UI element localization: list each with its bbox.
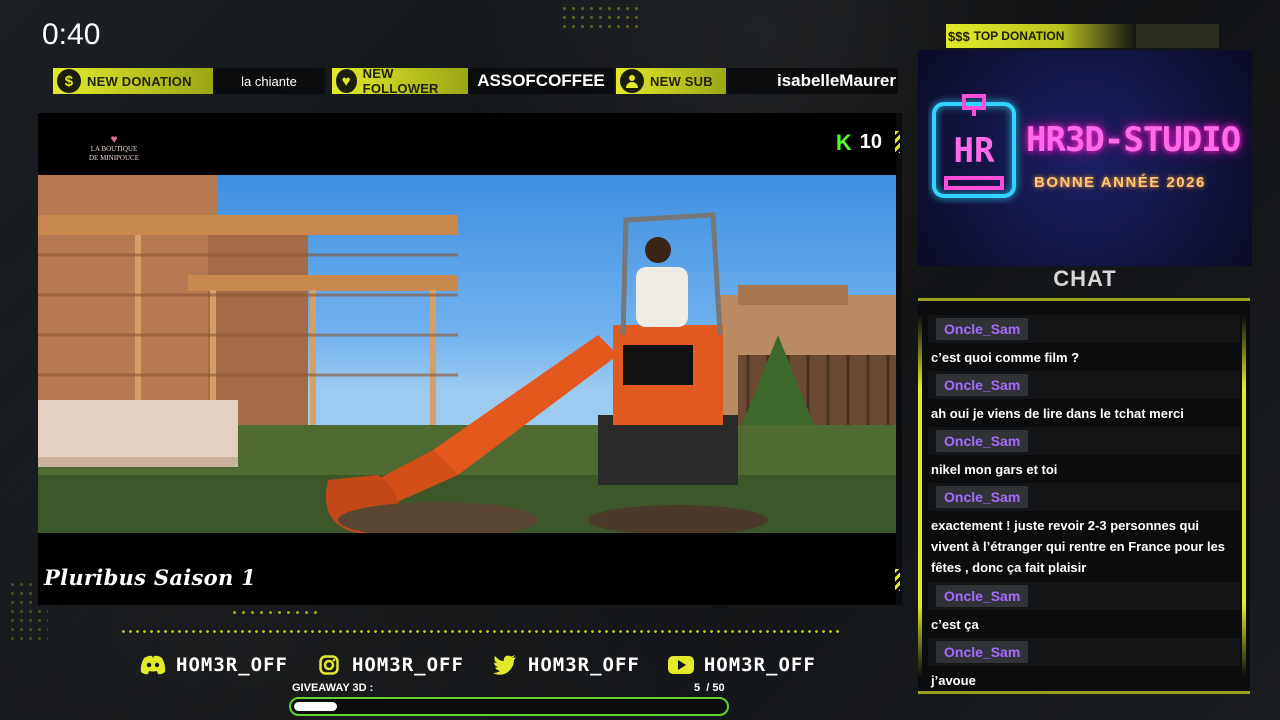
chat-text: c’est quoi comme film ? xyxy=(931,350,1080,365)
printer-logo-icon: HR xyxy=(932,94,1016,198)
decor-tick-top xyxy=(895,131,900,153)
social-links: HOM3R_OFF HOM3R_OFF HOM3R_OFF HOM3R_OFF xyxy=(140,652,816,678)
giveaway-count: 5 / 50 xyxy=(694,682,725,694)
chat-username[interactable]: Oncle_Sam xyxy=(936,374,1029,396)
decor-dots-top xyxy=(560,4,640,32)
sponsor-banner: HR HR3D-STUDIO BONNE ANNÉE 2026 xyxy=(918,50,1252,266)
chat-text: nikel mon gars et toi xyxy=(931,462,1058,477)
chat-message: Oncle_Sam exactement ! juste revoir 2-3 … xyxy=(928,483,1240,578)
channel-logo-text: LA BOUTIQUE DE MINIPOUCE xyxy=(89,145,139,162)
channel-logo: ♥ LA BOUTIQUE DE MINIPOUCE xyxy=(86,133,142,169)
twitter-icon xyxy=(492,654,518,676)
video-title: Pluribus Saison 1 xyxy=(44,565,257,590)
giveaway-progress-bar xyxy=(289,697,729,716)
youtube-icon xyxy=(667,654,694,676)
chat-message: Oncle_Sam nikel mon gars et toi xyxy=(928,427,1240,480)
kick-count: 10 xyxy=(859,131,882,153)
chat-username[interactable]: Oncle_Sam xyxy=(936,318,1029,340)
social-twitter[interactable]: HOM3R_OFF xyxy=(492,654,640,676)
sponsor-subtitle: BONNE ANNÉE 2026 xyxy=(1034,174,1206,191)
alert-sub-value: isabelleMaurer xyxy=(726,68,898,94)
giveaway-progress-fill xyxy=(294,702,337,711)
chat-title: CHAT xyxy=(1053,266,1117,291)
chat-text: j’avoue xyxy=(931,673,976,688)
kick-icon: K xyxy=(835,129,852,155)
alert-donation-label: NEW DONATION xyxy=(87,73,192,89)
alert-sub-label: NEW SUB xyxy=(650,73,713,89)
alert-donation-value: la chiante xyxy=(213,68,325,94)
social-discord-handle: HOM3R_OFF xyxy=(176,654,288,676)
decor-dots-bottom xyxy=(230,608,320,618)
users-icon xyxy=(620,69,644,93)
chat-username[interactable]: Oncle_Sam xyxy=(936,486,1029,508)
decor-tick-bottom xyxy=(895,569,900,591)
chat-message: Oncle_Sam ah oui je viens de lire dans l… xyxy=(928,371,1240,424)
social-instagram-handle: HOM3R_OFF xyxy=(351,654,464,676)
dollar-icon: $ xyxy=(57,69,81,93)
video-frame-image xyxy=(38,175,896,533)
chat-username[interactable]: Oncle_Sam xyxy=(936,430,1029,452)
chat-text: ah oui je viens de lire dans le tchat me… xyxy=(931,406,1184,421)
alert-sub: NEW SUB isabelleMaurer xyxy=(616,68,898,94)
chat-text: c’est ça xyxy=(931,617,979,632)
kick-badge: K 10 xyxy=(836,131,882,154)
chat-username[interactable]: Oncle_Sam xyxy=(936,641,1029,663)
chat-message: Oncle_Sam c’est ça xyxy=(928,582,1240,635)
chat-panel[interactable]: Oncle_Sam c’est quoi comme film ? Oncle_… xyxy=(918,298,1250,694)
heart-icon: ♥ xyxy=(336,69,357,93)
social-twitter-handle: HOM3R_OFF xyxy=(527,654,640,676)
sponsor-logo-text: HR xyxy=(954,131,995,171)
alert-follower-value: ASSOFCOFFEE xyxy=(468,68,614,94)
discord-icon xyxy=(140,654,166,676)
instagram-icon xyxy=(316,654,342,676)
social-discord[interactable]: HOM3R_OFF xyxy=(140,654,288,676)
alert-follower: ♥ NEW FOLLOWER ASSOFCOFFEE xyxy=(332,66,614,96)
sponsor-name: HR3D-STUDIO xyxy=(1026,120,1241,160)
stream-timer: 0:40 xyxy=(42,18,101,51)
chat-message: Oncle_Sam c’est quoi comme film ? xyxy=(928,315,1240,368)
heart-logo-icon: ♥ xyxy=(110,132,118,146)
chat-text: exactement ! juste revoir 2-3 personnes … xyxy=(931,518,1226,575)
social-instagram[interactable]: HOM3R_OFF xyxy=(316,654,464,676)
alert-follower-label: NEW FOLLOWER xyxy=(362,66,439,96)
top-donation-label: TOP DONATION xyxy=(973,29,1065,43)
social-youtube-handle: HOM3R_OFF xyxy=(703,654,816,676)
chat-message: Oncle_Sam j’avoue xyxy=(928,638,1240,691)
top-donation-bar: $$$ TOP DONATION xyxy=(946,24,1219,48)
money-icon: $$$ xyxy=(948,28,970,44)
social-youtube[interactable]: HOM3R_OFF xyxy=(667,654,816,676)
chat-username[interactable]: Oncle_Sam xyxy=(936,585,1029,607)
alert-donation: $ NEW DONATION la chiante xyxy=(53,68,325,94)
decor-divider xyxy=(120,630,840,633)
giveaway-label: GIVEAWAY 3D : xyxy=(292,682,374,694)
video-player[interactable]: ♥ LA BOUTIQUE DE MINIPOUCE K 10 Pluribus… xyxy=(38,113,902,605)
